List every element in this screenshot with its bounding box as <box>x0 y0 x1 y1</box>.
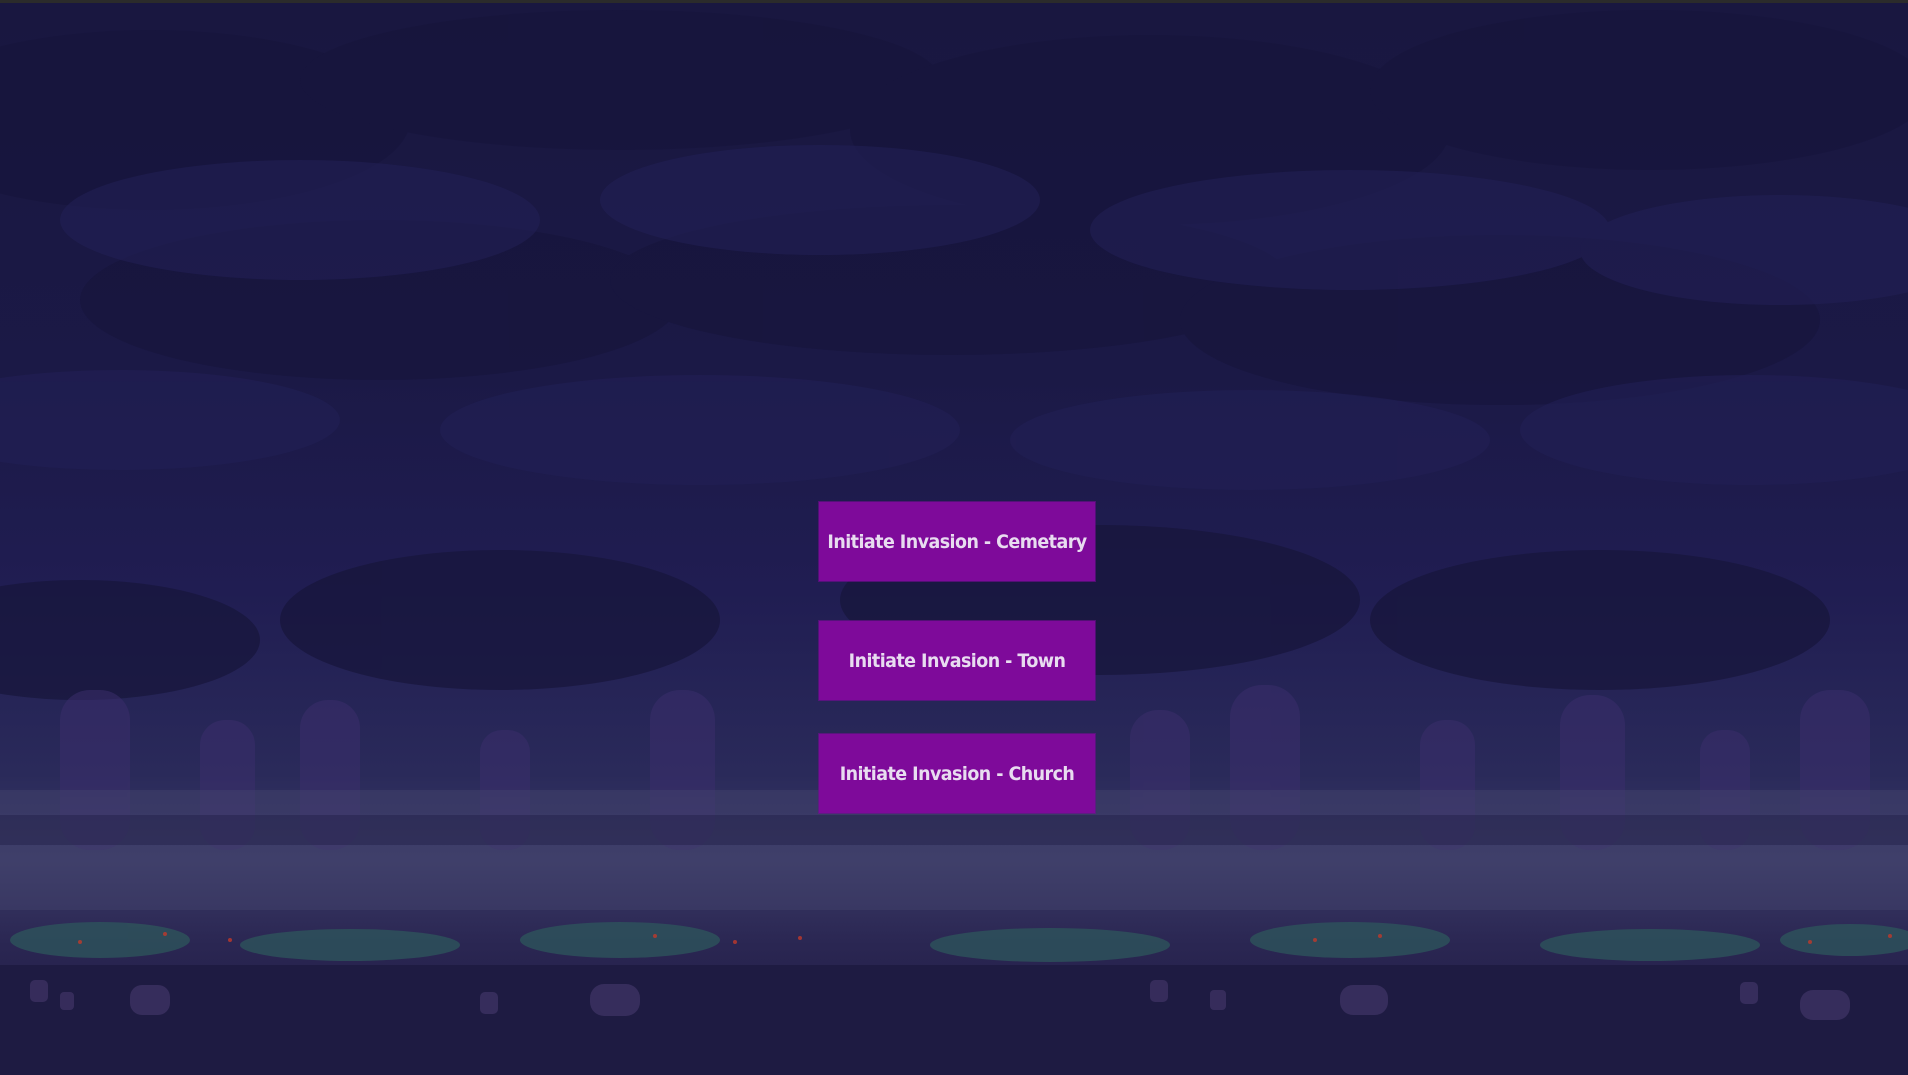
game-menu-screen: Initiate Invasion - Cemetary Initiate In… <box>0 0 1908 1075</box>
initiate-invasion-town-button[interactable]: Initiate Invasion - Town <box>819 621 1095 700</box>
graveyard-landscape <box>0 685 1908 1075</box>
initiate-invasion-church-button[interactable]: Initiate Invasion - Church <box>819 734 1095 813</box>
button-label: Initiate Invasion - Cemetary <box>827 530 1087 553</box>
button-label: Initiate Invasion - Town <box>848 649 1066 672</box>
initiate-invasion-cemetary-button[interactable]: Initiate Invasion - Cemetary <box>819 502 1095 581</box>
button-label: Initiate Invasion - Church <box>839 762 1075 785</box>
